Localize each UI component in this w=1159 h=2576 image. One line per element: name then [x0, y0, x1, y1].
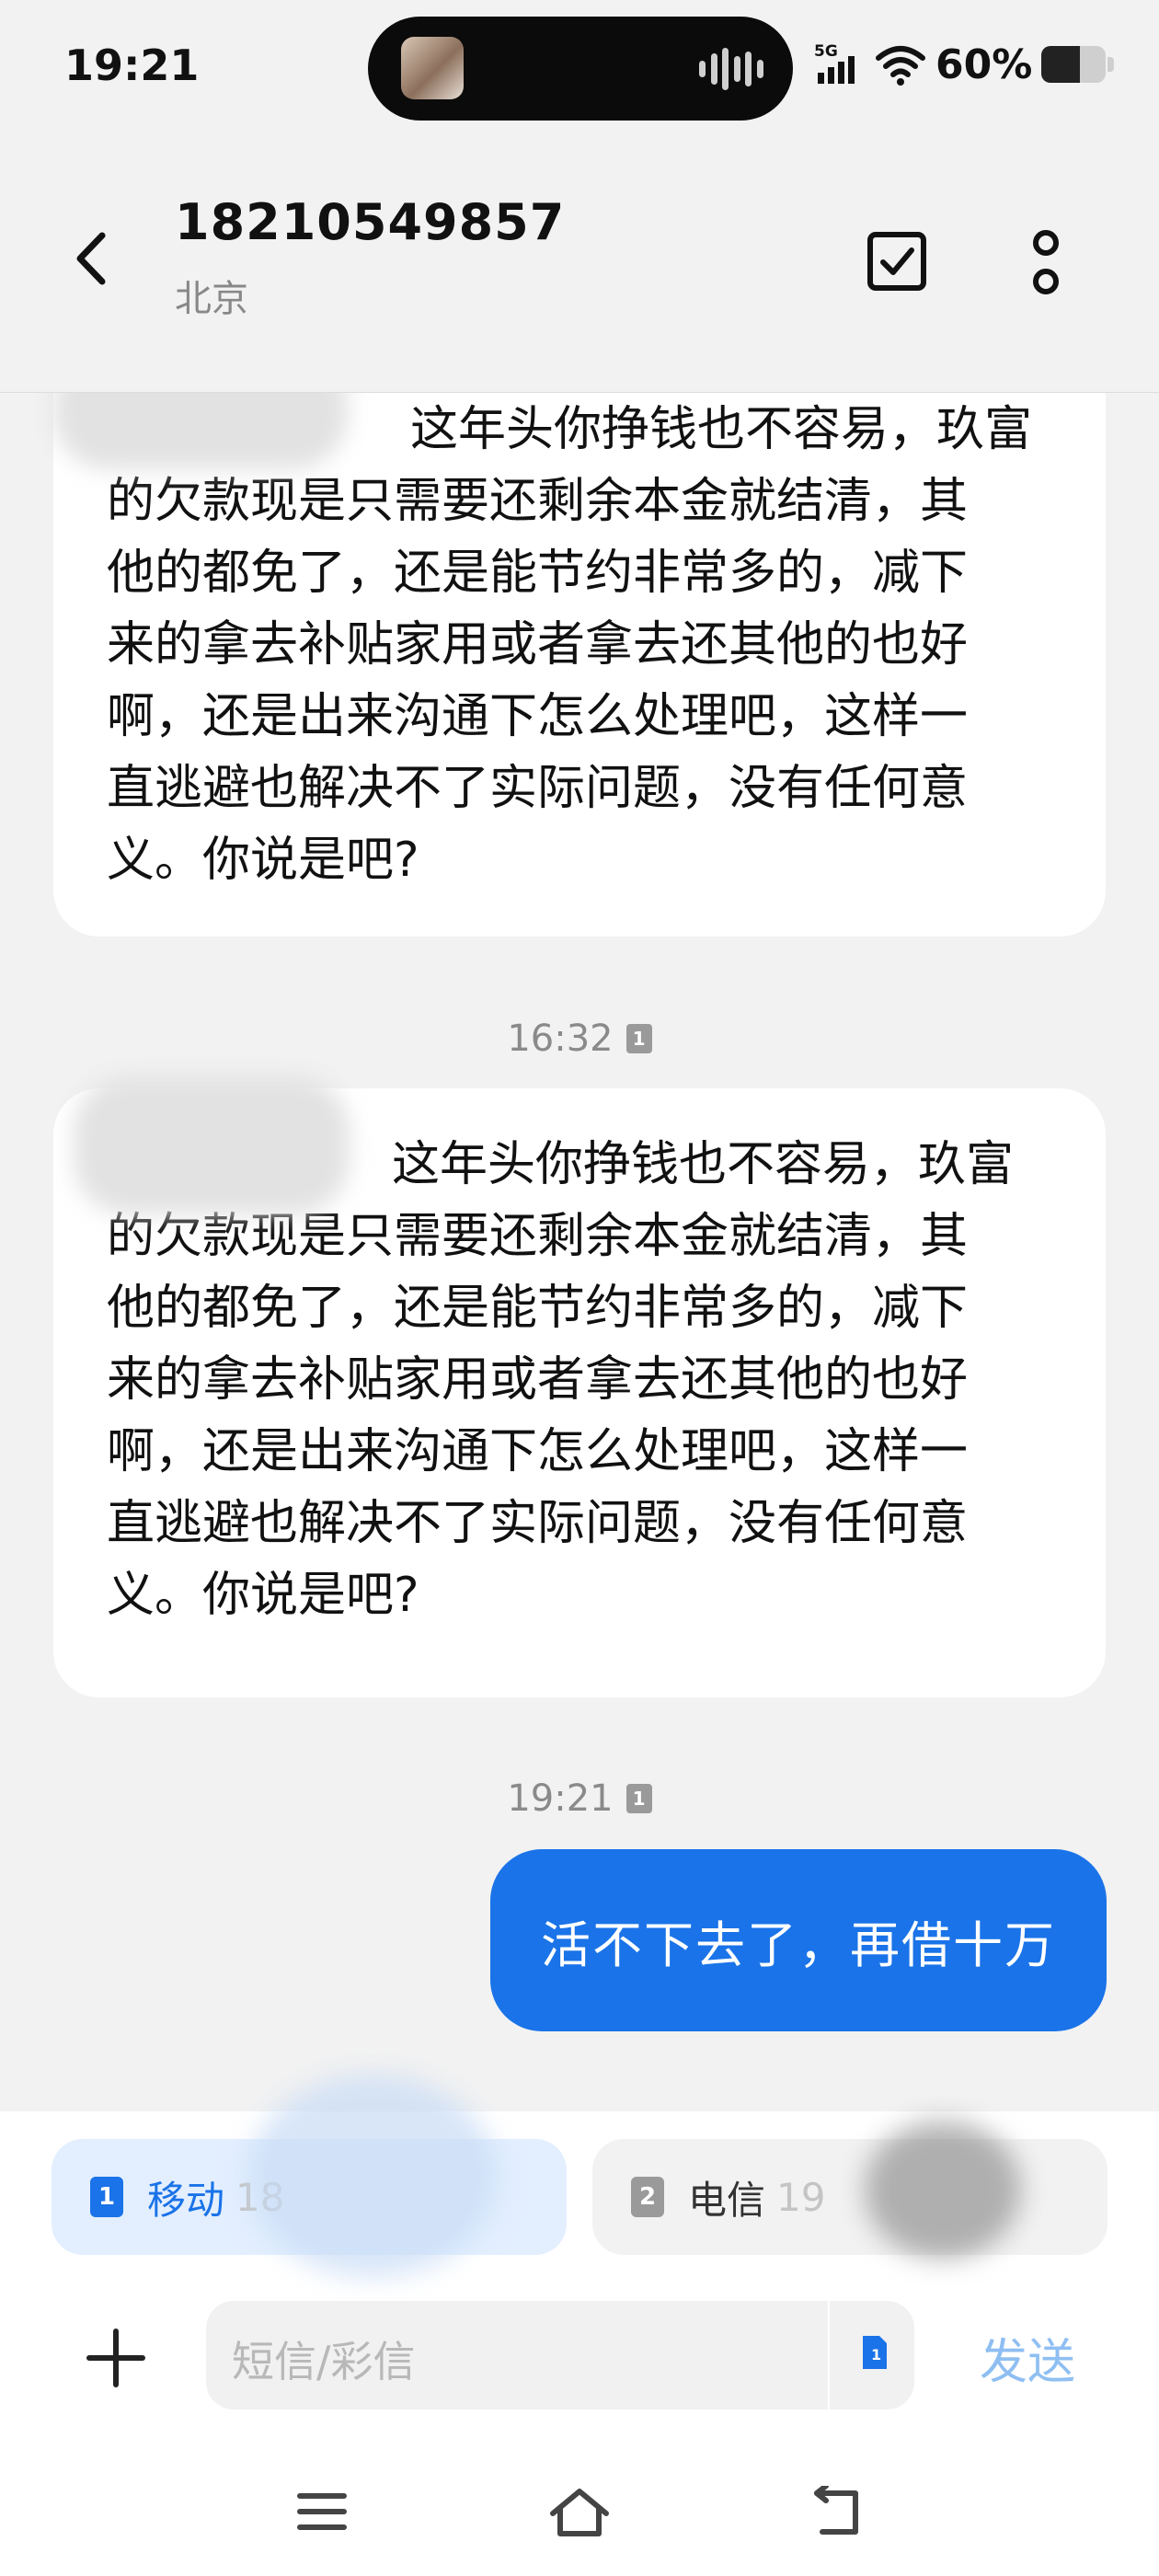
- dynamic-island[interactable]: [368, 17, 793, 121]
- conversation-header: 18210549857 北京: [0, 138, 1159, 393]
- media-thumbnail: [401, 37, 464, 99]
- battery-icon: [1041, 46, 1107, 83]
- status-time: 19:21: [64, 40, 200, 90]
- nav-menu-button[interactable]: [281, 2475, 363, 2548]
- home-icon: [550, 2489, 609, 2536]
- sim2-badge: 2: [631, 2177, 664, 2217]
- input-placeholder: 短信/彩信: [232, 2337, 416, 2386]
- battery-cap: [1107, 57, 1115, 72]
- cellular-5g-icon: 5G: [814, 42, 855, 84]
- send-button[interactable]: 发送: [980, 2323, 1075, 2392]
- message-timestamp: 19:21 1: [0, 1777, 1159, 1820]
- battery-fill: [1041, 46, 1081, 83]
- sim-indicator-icon: 1: [625, 1024, 652, 1053]
- wifi-icon: [876, 46, 925, 86]
- svg-text:1: 1: [871, 2346, 881, 2363]
- plus-icon: [86, 2329, 145, 2387]
- sim2-number: 19: [776, 2174, 826, 2220]
- back-icon: [814, 2486, 858, 2535]
- select-messages-button[interactable]: [860, 224, 934, 298]
- sim-indicator-icon: 1: [625, 1784, 652, 1813]
- message-timestamp: 16:32 1: [0, 1018, 1159, 1060]
- more-options-button[interactable]: [1014, 219, 1078, 307]
- message-input[interactable]: 短信/彩信 1: [206, 2301, 914, 2409]
- sim-select-telecom[interactable]: 2 电信 19: [592, 2139, 1107, 2255]
- more-options-icon: [1033, 230, 1059, 294]
- contact-location: 北京: [175, 278, 248, 320]
- timestamp-text: 16:32: [507, 1018, 614, 1060]
- sim1-label: 移动: [147, 2177, 225, 2223]
- nav-back-button[interactable]: [796, 2475, 878, 2548]
- outgoing-message-bubble[interactable]: 活不下去了，再借十万: [490, 1849, 1107, 2031]
- status-bar: 19:21 5G 60%: [0, 0, 1159, 138]
- menu-icon: [297, 2493, 347, 2530]
- sim2-label: 电信: [688, 2177, 766, 2223]
- sim1-badge: 1: [90, 2177, 123, 2217]
- status-indicators: 5G 60%: [814, 37, 1115, 92]
- message-text: 活不下去了，再借十万: [541, 1915, 1056, 1974]
- audio-wave-icon: [699, 48, 763, 90]
- select-checkbox-icon: [867, 232, 926, 291]
- timestamp-text: 19:21: [507, 1777, 614, 1820]
- redaction-scribble: [248, 2075, 497, 2277]
- redaction-scribble: [865, 2121, 1021, 2259]
- back-arrow-icon: [76, 232, 106, 285]
- sim-switch-icon[interactable]: 1: [861, 2334, 889, 2371]
- nav-home-button[interactable]: [538, 2475, 621, 2548]
- input-divider: [828, 2301, 830, 2409]
- contact-number: 18210549857: [175, 193, 566, 251]
- add-attachment-button[interactable]: [81, 2323, 151, 2393]
- battery-percentage: 60%: [935, 40, 1033, 88]
- redaction-blur: [74, 1076, 350, 1214]
- system-nav-bar: [0, 2466, 1159, 2558]
- network-type-label: 5G: [814, 42, 838, 61]
- back-button[interactable]: [59, 219, 123, 298]
